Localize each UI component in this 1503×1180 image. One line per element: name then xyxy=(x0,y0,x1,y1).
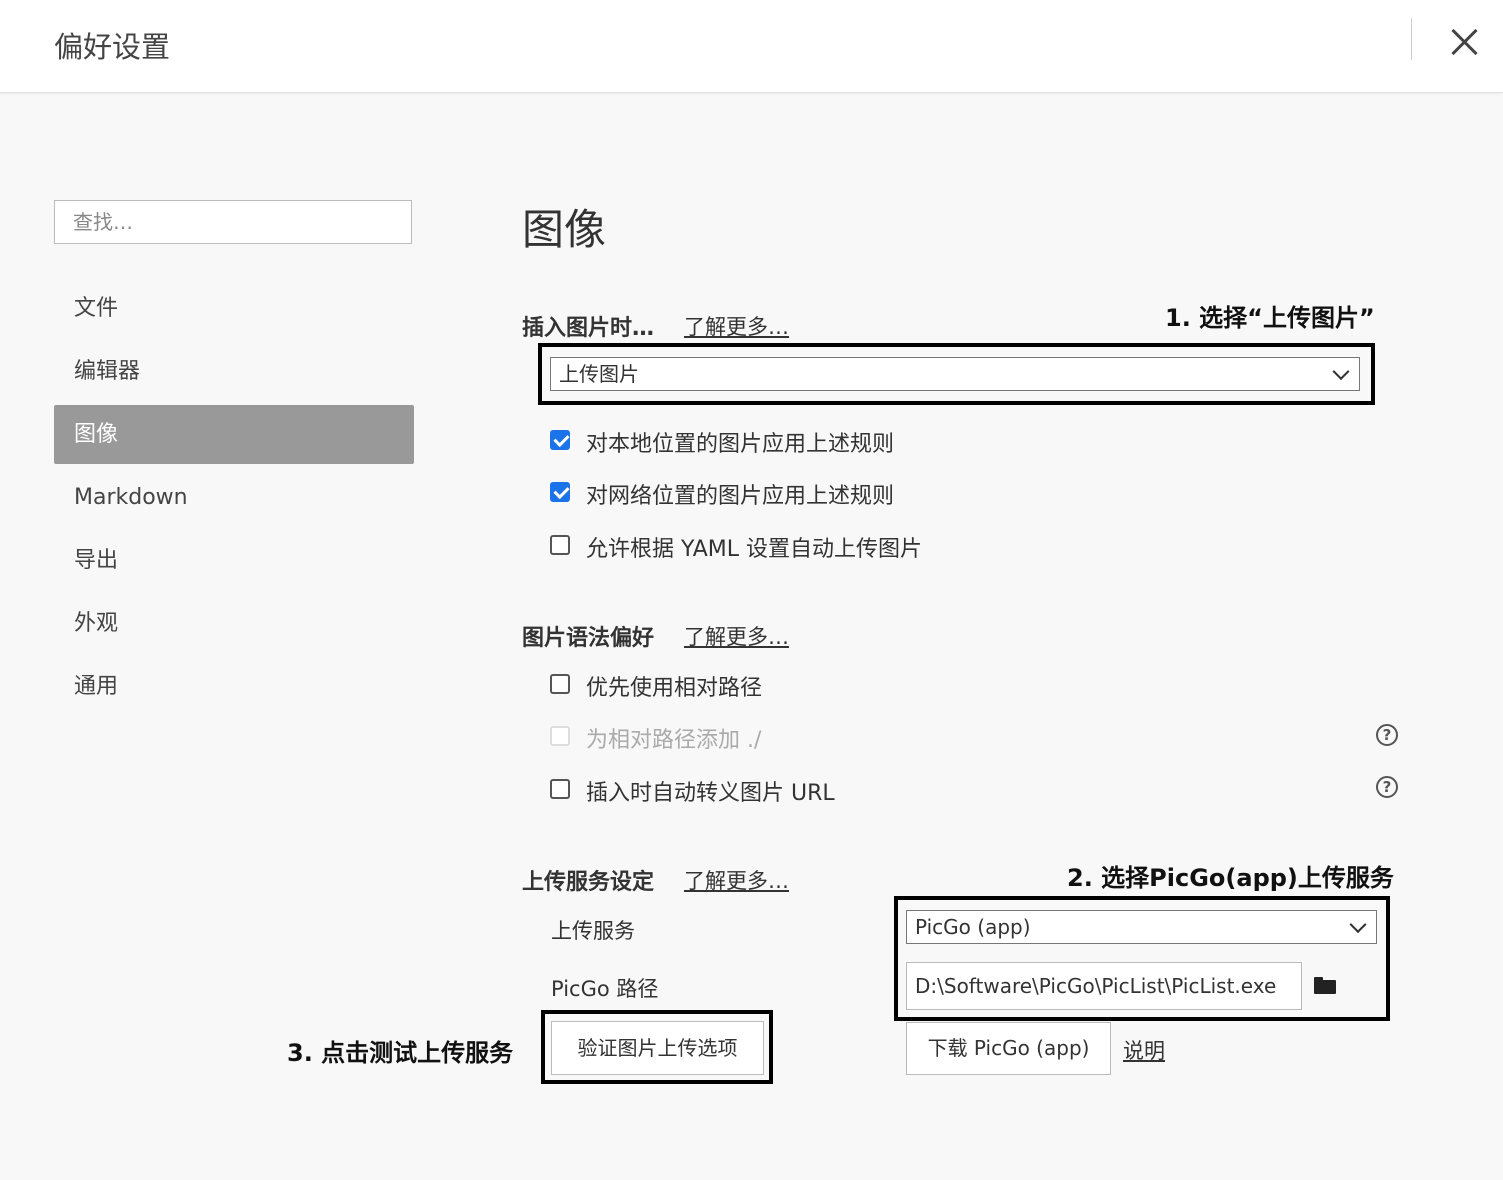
upload-learn-more-link[interactable]: 了解更多… xyxy=(684,865,789,895)
insert-learn-more-link[interactable]: 了解更多… xyxy=(684,311,789,341)
close-icon[interactable] xyxy=(1446,24,1482,60)
upload-service-select[interactable]: PicGo (app) xyxy=(906,910,1377,944)
upload-service-label: 上传服务 xyxy=(551,919,635,943)
option-label: 对本地位置的图片应用上述规则 xyxy=(586,432,895,457)
page-title: 图像 xyxy=(522,205,607,254)
syntax-section-title: 图片语法偏好 xyxy=(522,626,655,651)
title-separator xyxy=(1411,18,1412,60)
option-label: 插入时自动转义图片 URL xyxy=(586,781,835,806)
option-label: 优先使用相对路径 xyxy=(586,676,763,701)
sidebar-item-markdown[interactable]: Markdown xyxy=(54,468,414,527)
checkbox-icon[interactable] xyxy=(550,779,570,799)
annotation-step-2: 2. 选择PicGo(app)上传服务 xyxy=(1067,864,1394,892)
verify-upload-button[interactable]: 验证图片上传选项 xyxy=(551,1021,764,1075)
checkbox-icon[interactable] xyxy=(550,535,570,555)
download-picgo-button[interactable]: 下载 PicGo (app) xyxy=(906,1022,1111,1075)
search-input[interactable] xyxy=(54,200,412,244)
option-label: 对网络位置的图片应用上述规则 xyxy=(586,484,895,509)
checkbox-icon xyxy=(550,726,570,746)
insert-action-select[interactable]: 上传图片 xyxy=(550,357,1360,391)
sidebar-item-image[interactable]: 图像 xyxy=(54,405,414,464)
insert-action-value: 上传图片 xyxy=(559,362,639,386)
sidebar-item-file[interactable]: 文件 xyxy=(54,279,414,338)
sidebar-nav: 文件 编辑器 图像 Markdown 导出 外观 通用 xyxy=(54,279,414,720)
sidebar-item-general[interactable]: 通用 xyxy=(54,657,414,716)
checkbox-icon[interactable] xyxy=(550,674,570,694)
chevron-down-icon xyxy=(1332,363,1350,381)
option-label: 为相对路径添加 ./ xyxy=(586,728,762,753)
annotation-step-1: 1. 选择“上传图片” xyxy=(1165,304,1375,332)
upload-service-value: PicGo (app) xyxy=(915,915,1031,939)
annotation-step-3: 3. 点击测试上传服务 xyxy=(287,1039,514,1067)
help-icon[interactable]: ? xyxy=(1376,724,1398,746)
window-title: 偏好设置 xyxy=(54,30,171,64)
picgo-path-label: PicGo 路径 xyxy=(551,977,659,1001)
help-link[interactable]: 说明 xyxy=(1123,1035,1165,1065)
option-label: 允许根据 YAML 设置自动上传图片 xyxy=(586,537,923,562)
checkbox-icon[interactable] xyxy=(550,482,570,502)
picgo-path-input[interactable] xyxy=(906,962,1302,1010)
sidebar-item-appearance[interactable]: 外观 xyxy=(54,594,414,653)
checkbox-icon[interactable] xyxy=(550,430,570,450)
folder-icon[interactable] xyxy=(1314,977,1336,994)
insert-section-title: 插入图片时… xyxy=(522,316,655,341)
syntax-learn-more-link[interactable]: 了解更多… xyxy=(684,621,789,651)
help-icon[interactable]: ? xyxy=(1376,776,1398,798)
chevron-down-icon xyxy=(1349,916,1367,934)
upload-section-title: 上传服务设定 xyxy=(522,870,655,895)
sidebar-item-export[interactable]: 导出 xyxy=(54,531,414,590)
sidebar-item-editor[interactable]: 编辑器 xyxy=(54,342,414,401)
title-bar: 偏好设置 xyxy=(0,0,1503,93)
